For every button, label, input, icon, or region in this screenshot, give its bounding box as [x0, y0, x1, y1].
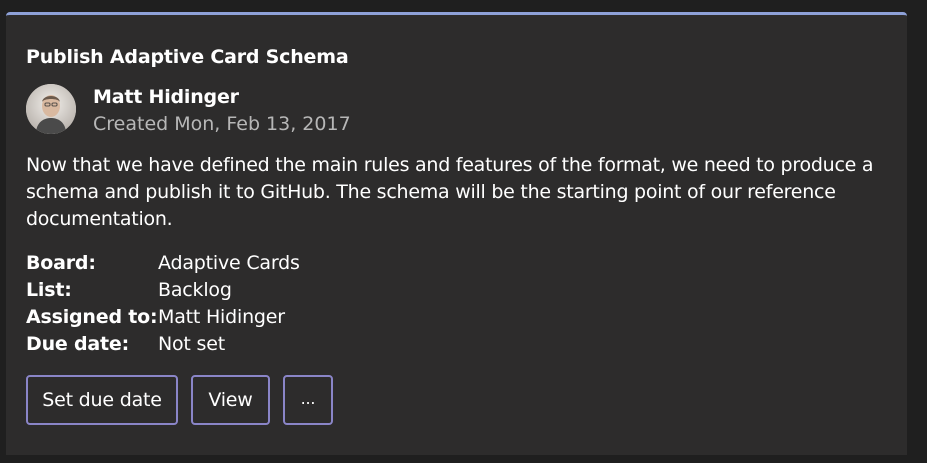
created-date: Created Mon, Feb 13, 2017 [93, 113, 351, 135]
fact-value-board: Adaptive Cards [158, 252, 300, 274]
user-avatar-icon [26, 84, 76, 134]
more-options-button[interactable]: ... [283, 375, 333, 425]
avatar [26, 84, 76, 134]
view-button[interactable]: View [191, 375, 270, 425]
author-meta: Matt Hidinger Created Mon, Feb 13, 2017 [93, 85, 351, 136]
fact-row: Assigned to: Matt Hidinger [26, 304, 300, 331]
fact-value-list: Backlog [158, 279, 232, 301]
fact-value-due-date: Not set [158, 333, 225, 355]
fact-label-list: List: [26, 279, 72, 301]
fact-value-assigned: Matt Hidinger [158, 306, 285, 328]
card-title: Publish Adaptive Card Schema [26, 46, 349, 68]
app-frame: Publish Adaptive Card Schema Matt Hiding… [0, 0, 927, 463]
author-name: Matt Hidinger [93, 86, 239, 108]
action-bar: Set due date View ... [26, 375, 887, 425]
fact-label-assigned: Assigned to: [26, 306, 158, 328]
fact-label-board: Board: [26, 252, 96, 274]
fact-row: List: Backlog [26, 277, 300, 304]
fact-row: Due date: Not set [26, 331, 300, 358]
fact-set: Board: Adaptive Cards List: Backlog Assi… [26, 250, 300, 358]
fact-row: Board: Adaptive Cards [26, 250, 300, 277]
adaptive-card: Publish Adaptive Card Schema Matt Hiding… [6, 12, 907, 455]
fact-label-due-date: Due date: [26, 333, 129, 355]
author-row: Matt Hidinger Created Mon, Feb 13, 2017 [26, 84, 887, 136]
set-due-date-button[interactable]: Set due date [26, 375, 178, 425]
card-description: Now that we have defined the main rules … [26, 154, 874, 230]
